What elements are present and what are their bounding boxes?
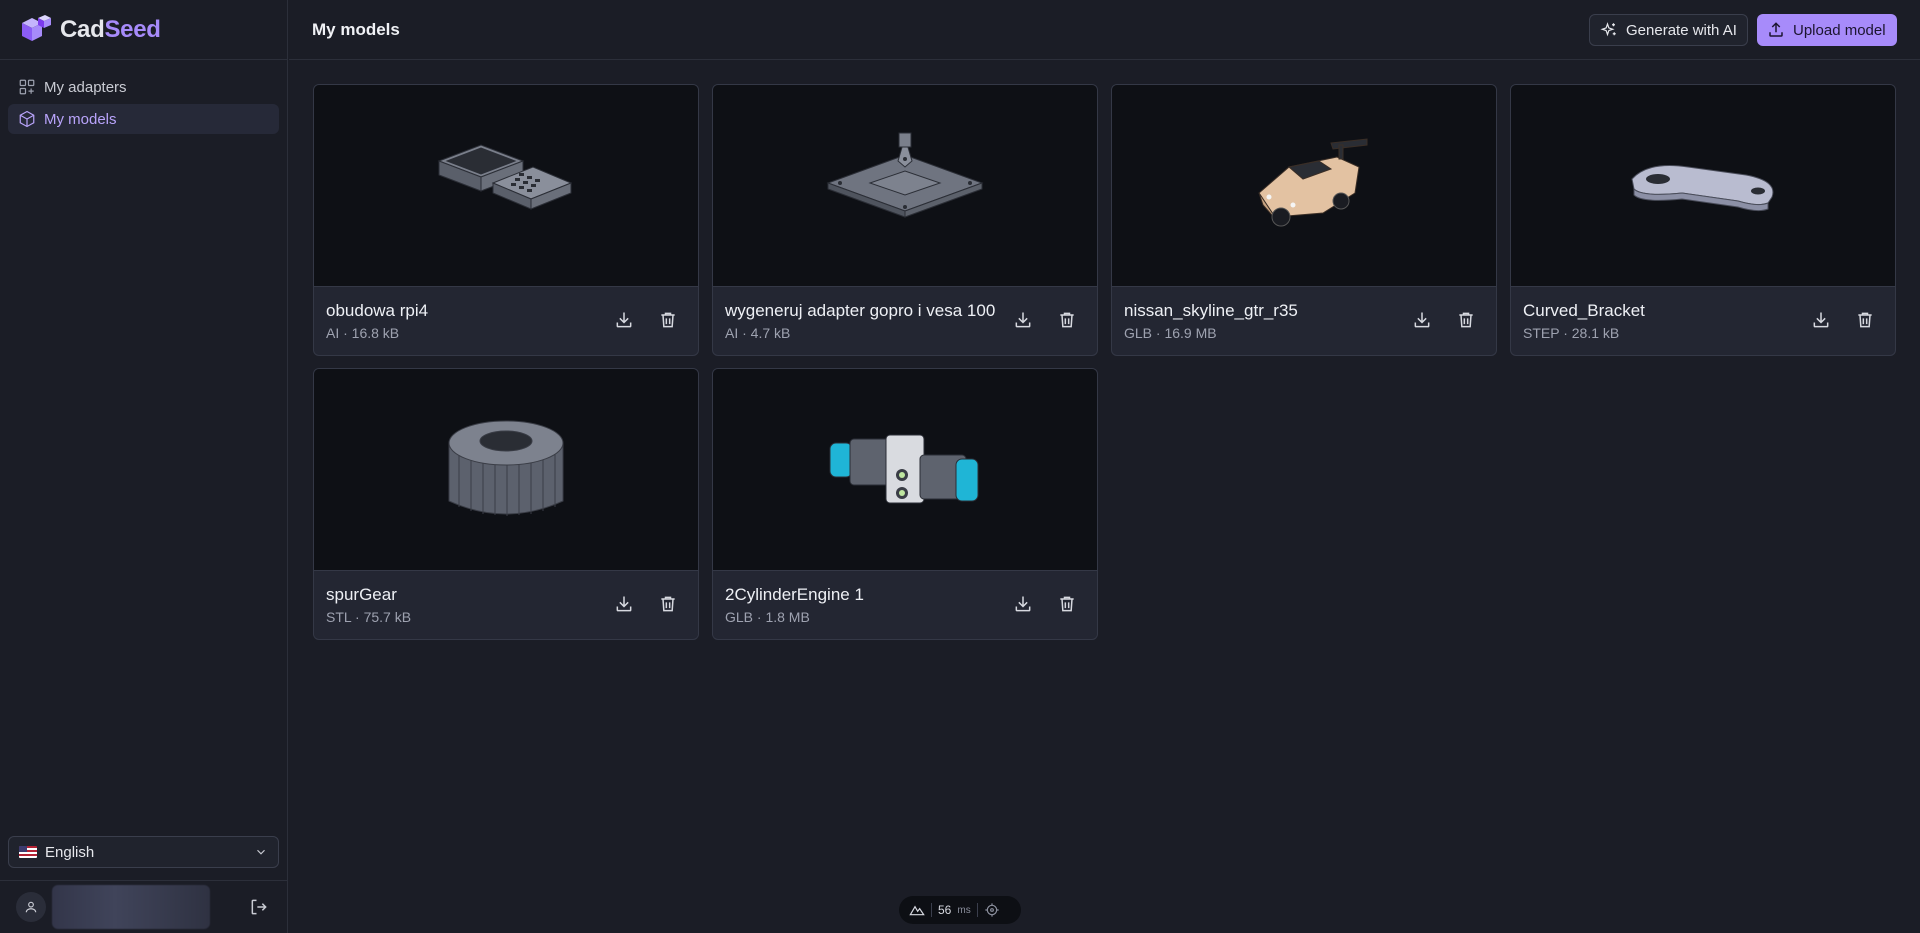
enclosure-preview-icon	[437, 143, 573, 210]
delete-button[interactable]	[1052, 305, 1082, 335]
upload-model-button[interactable]: Upload model	[1757, 14, 1897, 46]
model-meta: STL · 75.7 kB	[326, 609, 412, 625]
download-icon	[1813, 312, 1829, 328]
car-preview-icon	[1258, 137, 1368, 226]
model-name: spurGear	[326, 585, 397, 604]
sidebar: CadSeed My adapters My models English	[0, 0, 288, 933]
model-name: wygeneruj adapter gopro i vesa 100	[725, 301, 996, 320]
download-icon	[1015, 596, 1031, 612]
model-name: nissan_skyline_gtr_r35	[1124, 301, 1298, 320]
user-icon	[25, 901, 37, 913]
cube-logo-icon	[22, 15, 51, 41]
model-meta: AI · 16.8 kB	[326, 325, 400, 341]
language-select-value: English	[45, 843, 95, 861]
upload-icon	[1769, 22, 1783, 37]
model-name: obudowa rpi4	[326, 301, 429, 320]
grid-plus-icon	[19, 79, 35, 95]
download-icon	[616, 596, 632, 612]
model-card[interactable]: spurGear STL · 75.7 kB	[313, 368, 699, 640]
model-preview[interactable]	[314, 85, 698, 287]
model-card[interactable]: wygeneruj adapter gopro i vesa 100 AI · …	[712, 84, 1098, 356]
model-meta: AI · 4.7 kB	[725, 325, 791, 341]
engine-preview-icon	[829, 434, 979, 503]
bracket-preview-icon	[1631, 164, 1774, 211]
crosshair-icon[interactable]	[984, 902, 1000, 918]
delete-button[interactable]	[653, 589, 683, 619]
dev-toolbar[interactable]: 56 ms	[899, 896, 1021, 924]
model-meta: GLB · 16.9 MB	[1124, 325, 1217, 341]
download-button[interactable]	[1008, 589, 1038, 619]
model-name: 2CylinderEngine 1	[725, 585, 864, 604]
download-button[interactable]	[1806, 305, 1836, 335]
model-preview[interactable]	[1112, 85, 1496, 287]
logout-button[interactable]	[246, 894, 272, 920]
download-button[interactable]	[609, 589, 639, 619]
user-row	[16, 885, 272, 929]
model-card[interactable]: Curved_Bracket STEP · 28.1 kB	[1510, 84, 1896, 356]
upload-model-label: Upload model	[1793, 21, 1886, 39]
sidebar-item-my-models[interactable]: My models	[8, 104, 279, 134]
cube-icon	[19, 110, 35, 128]
page-title: My models	[312, 20, 400, 39]
top-bar: My models Generate with AI Upload model	[289, 0, 1920, 60]
framework-logo-icon	[909, 905, 925, 916]
delete-button[interactable]	[1451, 305, 1481, 335]
delete-button[interactable]	[1052, 589, 1082, 619]
brand-name-part1: Cad	[60, 16, 105, 43]
model-card[interactable]: 2CylinderEngine 1 GLB · 1.8 MB	[712, 368, 1098, 640]
model-preview[interactable]	[713, 85, 1097, 287]
trash-icon	[1858, 312, 1872, 328]
trash-icon	[1060, 312, 1074, 328]
chevron-down-icon	[257, 849, 265, 855]
download-button[interactable]	[609, 305, 639, 335]
model-name: Curved_Bracket	[1523, 301, 1645, 320]
sidebar-item-label: My adapters	[44, 78, 127, 96]
download-icon	[1414, 312, 1430, 328]
model-preview[interactable]	[314, 369, 698, 571]
download-button[interactable]	[1008, 305, 1038, 335]
us-flag-icon	[19, 846, 37, 858]
model-meta: STEP · 28.1 kB	[1523, 325, 1620, 341]
adapter-plate-preview-icon	[826, 132, 984, 218]
delete-button[interactable]	[1850, 305, 1880, 335]
sparkles-icon	[1600, 22, 1616, 37]
sidebar-item-label: My models	[44, 110, 117, 128]
user-email-redacted	[52, 885, 210, 929]
model-preview[interactable]	[713, 369, 1097, 571]
model-preview[interactable]	[1511, 85, 1895, 287]
download-button[interactable]	[1407, 305, 1437, 335]
sidebar-item-my-adapters[interactable]: My adapters	[8, 72, 279, 102]
delete-button[interactable]	[653, 305, 683, 335]
trash-icon	[661, 312, 675, 328]
download-icon	[1015, 312, 1031, 328]
generate-with-ai-button[interactable]: Generate with AI	[1589, 14, 1748, 46]
download-icon	[616, 312, 632, 328]
brand-logo[interactable]: CadSeed	[18, 14, 161, 46]
model-card[interactable]: obudowa rpi4 AI · 16.8 kB	[313, 84, 699, 356]
logout-icon	[251, 899, 267, 915]
language-select[interactable]: English	[8, 836, 279, 868]
trash-icon	[1060, 596, 1074, 612]
sidebar-nav: My adapters My models	[8, 72, 279, 136]
model-card[interactable]: nissan_skyline_gtr_r35 GLB · 16.9 MB	[1111, 84, 1497, 356]
generate-with-ai-label: Generate with AI	[1626, 21, 1737, 39]
render-time-unit: ms	[957, 904, 971, 916]
trash-icon	[661, 596, 675, 612]
brand-name-part2: Seed	[104, 16, 161, 43]
gear-preview-icon	[448, 420, 564, 516]
trash-icon	[1459, 312, 1473, 328]
avatar[interactable]	[16, 892, 46, 922]
render-time-value: 56	[938, 903, 952, 917]
model-meta: GLB · 1.8 MB	[725, 609, 810, 625]
